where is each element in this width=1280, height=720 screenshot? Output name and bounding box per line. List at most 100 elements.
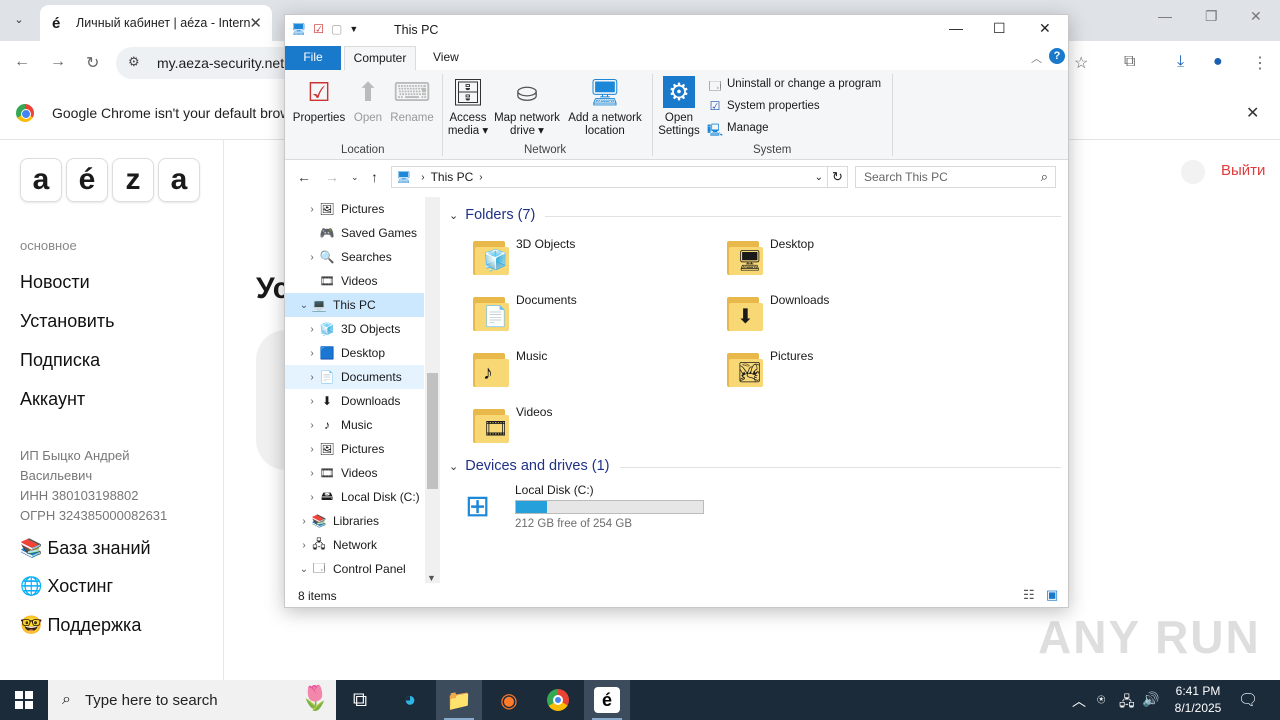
expand-chevron-icon[interactable]: › xyxy=(305,396,319,407)
expand-chevron-icon[interactable]: › xyxy=(305,324,319,335)
address-box[interactable]: 🖥 › This PC › ⌄ xyxy=(391,166,828,188)
nav-pane-scrollbar[interactable]: ▼ xyxy=(425,197,440,583)
nav-item-account[interactable]: Аккаунт xyxy=(20,389,85,410)
devices-group-header[interactable]: ⌄ Devices and drives (1) xyxy=(449,458,609,474)
manage-button[interactable]: 🖳 Manage xyxy=(707,118,769,138)
browser-tab[interactable]: é Личный кабинет | aéza - Intern ✕ xyxy=(40,5,272,41)
device-tray-icon[interactable]: ⍟ xyxy=(1097,691,1105,708)
add-network-location-button[interactable]: 🖥 Add a network location xyxy=(565,76,645,138)
logout-link[interactable]: Выйти xyxy=(1221,162,1265,179)
refresh-icon[interactable]: ↻ xyxy=(828,166,848,188)
folder-item[interactable]: 🖥 Desktop xyxy=(725,235,965,285)
large-icons-view-icon[interactable]: ▣ xyxy=(1046,587,1058,603)
system-clock[interactable]: 6:41 PM 8/1/2025 xyxy=(1168,683,1228,717)
nav-item[interactable]: › 🎞 Videos xyxy=(285,461,424,485)
nav-item[interactable]: › ♪ Music xyxy=(285,413,424,437)
chrome-taskbar-icon[interactable] xyxy=(535,680,581,720)
nav-item-install[interactable]: Установить xyxy=(20,311,114,332)
recent-locations-icon[interactable]: ⌄ xyxy=(351,172,359,183)
new-folder-qat-icon[interactable]: ▢ xyxy=(331,22,342,36)
close-button[interactable]: ✕ xyxy=(1039,20,1051,37)
nav-item[interactable]: › 🧊 3D Objects xyxy=(285,317,424,341)
rename-button[interactable]: ⌨ Rename xyxy=(389,76,435,125)
bookmark-star-icon[interactable]: ☆ xyxy=(1074,53,1088,73)
expand-chevron-icon[interactable]: › xyxy=(305,444,319,455)
user-avatar[interactable] xyxy=(1181,160,1205,184)
downloads-icon[interactable]: ⤓ xyxy=(1177,53,1184,71)
back-arrow-icon[interactable]: ← xyxy=(297,169,311,185)
properties-button[interactable]: ☑ Properties xyxy=(291,76,347,125)
expand-chevron-icon[interactable]: › xyxy=(305,468,319,479)
chrome-restore-button[interactable]: ❐ xyxy=(1205,8,1218,25)
back-icon[interactable]: ← xyxy=(14,53,30,71)
nav-item[interactable]: ⌄ 🗔 Control Panel xyxy=(285,557,424,581)
infobar-close-icon[interactable]: ✕ xyxy=(1246,103,1259,123)
nav-item[interactable]: › ⬇ Downloads xyxy=(285,389,424,413)
nav-item[interactable]: › 🔍 Searches xyxy=(285,245,424,269)
task-view-icon[interactable]: ⧉ xyxy=(337,680,383,720)
folders-group-header[interactable]: ⌄ Folders (7) xyxy=(449,207,535,223)
nav-item[interactable]: 🎞 Videos xyxy=(285,269,424,293)
system-properties-button[interactable]: ☑ System properties xyxy=(707,96,820,116)
tab-computer[interactable]: Computer xyxy=(344,46,416,70)
minimize-button[interactable]: — xyxy=(949,20,963,36)
uninstall-program-button[interactable]: 🗔 Uninstall or change a program xyxy=(707,74,881,94)
details-view-icon[interactable]: ☷ xyxy=(1023,587,1035,603)
open-settings-button[interactable]: ⚙ Open Settings xyxy=(657,76,701,138)
tab-search-button[interactable]: ⌄ xyxy=(8,8,30,30)
site-logo[interactable]: a é z a xyxy=(20,158,200,202)
collapse-chevron-icon[interactable]: ⌄ xyxy=(449,209,458,222)
link-support[interactable]: 🤓 Поддержка xyxy=(20,615,141,636)
reload-icon[interactable]: ↻ xyxy=(86,53,99,73)
menu-icon[interactable]: ⋮ xyxy=(1252,53,1268,73)
expanded-chevron-icon[interactable]: ⌄ xyxy=(297,564,311,575)
taskbar-search-box[interactable]: ⌕ Type here to search 🌷 xyxy=(48,680,336,720)
forward-icon[interactable]: → xyxy=(50,53,66,71)
edge-icon[interactable]: ◕ xyxy=(387,680,433,720)
nav-item[interactable]: › 🖼 Pictures xyxy=(285,197,424,221)
tab-file[interactable]: File xyxy=(285,46,341,70)
file-explorer-taskbar-icon[interactable]: 📁 xyxy=(436,680,482,720)
expand-chevron-icon[interactable]: › xyxy=(297,516,311,527)
tab-view[interactable]: View xyxy=(423,46,469,70)
nav-item[interactable]: 🎮 Saved Games xyxy=(285,221,424,245)
qat-dropdown-icon[interactable]: ▼ xyxy=(349,24,358,34)
notifications-icon[interactable]: 🗨 xyxy=(1238,690,1258,710)
nav-item[interactable]: › 🖧 Network xyxy=(285,533,424,557)
nav-item[interactable]: › 🖴 Local Disk (C:) xyxy=(285,485,424,509)
collapse-ribbon-icon[interactable]: ︿ xyxy=(1031,50,1042,66)
aeza-app-taskbar-icon[interactable]: é xyxy=(584,680,630,720)
link-hosting[interactable]: 🌐 Хостинг xyxy=(20,576,113,597)
expand-chevron-icon[interactable]: › xyxy=(297,540,311,551)
folder-item[interactable]: ♪ Music xyxy=(471,347,711,397)
expand-chevron-icon[interactable]: › xyxy=(305,252,319,263)
open-button[interactable]: ⬆ Open xyxy=(349,76,387,125)
up-arrow-icon[interactable]: ↑ xyxy=(371,169,378,185)
expand-chevron-icon[interactable]: › xyxy=(305,492,319,503)
scrollbar-thumb[interactable] xyxy=(427,373,438,489)
expand-chevron-icon[interactable]: › xyxy=(305,420,319,431)
properties-qat-icon[interactable]: ☑ xyxy=(313,22,324,36)
folder-item[interactable]: 🎞 Videos xyxy=(471,403,711,453)
search-input[interactable]: Search This PC ⌕ xyxy=(855,166,1056,188)
folder-item[interactable]: 📄 Documents xyxy=(471,291,711,341)
maximize-button[interactable]: ☐ xyxy=(993,20,1006,37)
extensions-icon[interactable]: ⧉ xyxy=(1124,53,1135,71)
expand-chevron-icon[interactable]: › xyxy=(305,372,319,383)
drive-local-disk-c[interactable]: ⊞ Local Disk (C:) 212 GB free of 254 GB xyxy=(465,481,725,531)
nav-item-subscription[interactable]: Подписка xyxy=(20,350,100,371)
volume-icon[interactable]: 🔊 xyxy=(1142,691,1159,708)
map-network-drive-button[interactable]: ⛀ Map network drive ▾ xyxy=(491,76,563,138)
link-knowledge-base[interactable]: 📚 База знаний xyxy=(20,538,151,559)
folder-item[interactable]: 🧊 3D Objects xyxy=(471,235,711,285)
address-dropdown-icon[interactable]: ⌄ xyxy=(815,172,823,183)
folder-item[interactable]: 🏞 Pictures xyxy=(725,347,965,397)
expand-chevron-icon[interactable]: › xyxy=(305,204,319,215)
scroll-down-icon[interactable]: ▼ xyxy=(427,573,436,583)
network-tray-icon[interactable]: 🖧 xyxy=(1119,691,1135,715)
expanded-chevron-icon[interactable]: ⌄ xyxy=(297,300,311,311)
help-icon[interactable]: ? xyxy=(1049,48,1065,64)
show-hidden-icons-icon[interactable]: ︿ xyxy=(1072,691,1086,711)
firefox-icon[interactable]: ◉ xyxy=(486,680,532,720)
expand-chevron-icon[interactable]: › xyxy=(305,348,319,359)
